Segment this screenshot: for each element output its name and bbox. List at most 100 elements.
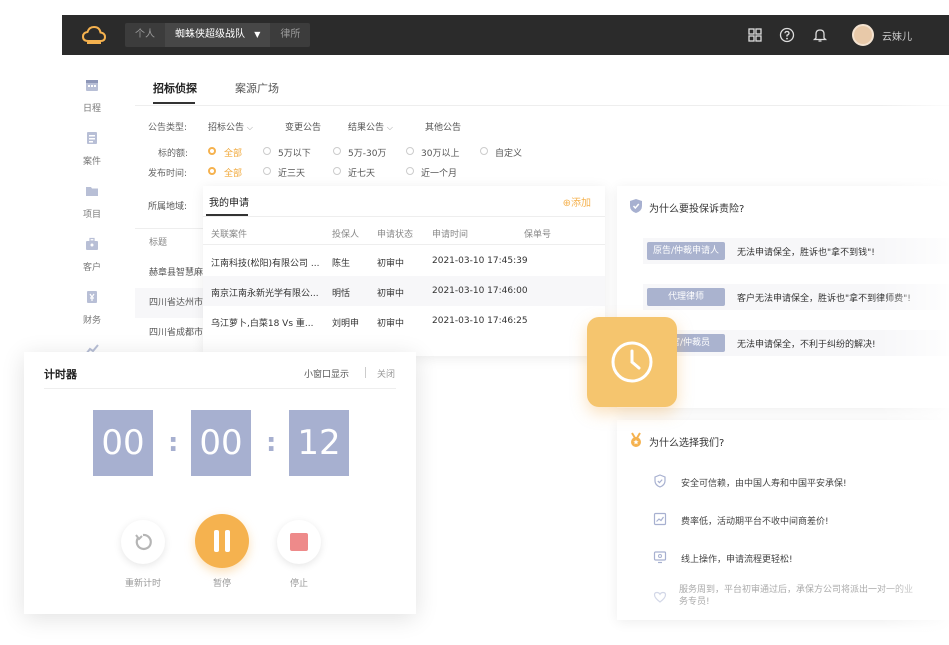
workspace-tab-firm[interactable]: 律所 (270, 23, 310, 47)
help-icon[interactable] (779, 27, 795, 43)
stop-button[interactable] (277, 520, 321, 564)
sidebar-item-projects[interactable]: 项目 (62, 183, 122, 220)
sidebar-item-label: 日程 (82, 104, 101, 114)
role-pill: 代理律师 (647, 288, 725, 306)
mini-window-button[interactable]: 小窗口显示 (304, 367, 349, 380)
pause-button[interactable] (195, 514, 249, 568)
timer-hours: 00 (93, 410, 153, 476)
avatar[interactable] (852, 24, 874, 46)
radio-amount-over30[interactable] (406, 147, 414, 155)
stop-icon (290, 533, 308, 551)
calendar-icon (86, 80, 98, 91)
cell-applicant: 明恬 (332, 289, 351, 299)
cell-status: 初审中 (377, 319, 405, 329)
filter-amount-over30[interactable]: 30万以上 (421, 146, 459, 159)
table-row[interactable]: 南京江南永新光学有限公... 明恬 初审中 2021-03-10 17:46:0… (203, 276, 605, 306)
filter-amount-under5[interactable]: 5万以下 (278, 146, 311, 159)
sidebar-item-label: 财务 (82, 316, 101, 326)
timer-title: 计时器 (44, 368, 77, 381)
app-screenshot: 个人 蜘蛛侠超级战队 ▼ 律所 云妹儿 日程 案件 项目 客户 财务 招标侦探 … (0, 0, 949, 645)
stop-label: 停止 (289, 579, 308, 589)
filter-type-result[interactable]: 结果公告 ⌵ (348, 120, 393, 133)
clock-badge (587, 317, 677, 407)
tab-bid-detective[interactable]: 招标侦探 (153, 80, 197, 96)
why-text: 无法申请保全，不利于纠纷的解决! (737, 340, 876, 350)
sidebar-item-finance[interactable]: 财务 (62, 289, 122, 326)
col-header-status: 申请状态 (377, 230, 414, 240)
filter-amount-custom[interactable]: 自定义 (495, 146, 522, 159)
sidebar-item-label: 案件 (82, 157, 101, 167)
filter-amount-all[interactable]: 全部 (224, 146, 242, 159)
radio-time-month[interactable] (406, 167, 414, 175)
divider (203, 216, 605, 217)
sidebar-item-schedule[interactable]: 日程 (62, 77, 122, 114)
timer-seconds: 12 (289, 410, 349, 476)
radio-amount-custom[interactable] (480, 147, 488, 155)
cell-applicant: 刘明申 (332, 319, 360, 329)
case-icon (87, 132, 97, 144)
radio-time-7days[interactable] (333, 167, 341, 175)
radio-amount-5to30[interactable] (333, 147, 341, 155)
radio-time-3days[interactable] (263, 167, 271, 175)
active-tab-indicator (206, 214, 248, 216)
col-header-policy: 保单号 (524, 230, 552, 240)
cell-time: 2021-03-10 17:46:00 (432, 286, 528, 296)
workspace-tab-team-label: 蜘蛛侠超级战队 (175, 29, 245, 40)
cell-time: 2021-03-10 17:45:39 (432, 256, 528, 266)
cell-applicant: 陈生 (332, 259, 351, 269)
filter-time-all[interactable]: 全部 (224, 166, 242, 179)
divider (203, 244, 605, 245)
reason-text: 线上操作，申请流程更轻松! (681, 555, 793, 565)
reset-button[interactable] (121, 520, 165, 564)
radio-amount-under5[interactable] (263, 147, 271, 155)
bell-icon[interactable] (812, 27, 828, 43)
cell-case: 南京江南永新光学有限公... (211, 289, 319, 299)
radio-time-all[interactable] (208, 167, 216, 175)
sidebar-item-clients[interactable]: 客户 (62, 236, 122, 273)
timer-panel: 计时器 小窗口显示 关闭 00 : 00 : 12 重新计时 暂停 停止 (24, 352, 416, 614)
cell-case: 乌江萝卜,白菜18 Vs 重... (211, 319, 314, 329)
medal-icon (631, 432, 641, 447)
monitor-icon (653, 551, 667, 564)
user-name[interactable]: 云妹儿 (882, 28, 912, 43)
tab-case-square[interactable]: 案源广场 (235, 80, 279, 96)
close-button[interactable]: 关闭 (377, 367, 395, 380)
filter-time-7days[interactable]: 近七天 (348, 166, 375, 179)
why-text: 无法申请保全，胜诉也"拿不到钱"! (737, 248, 875, 258)
grid-icon[interactable] (747, 27, 763, 43)
sidebar: 日程 案件 项目 客户 财务 (62, 55, 122, 355)
timer-minutes: 00 (191, 410, 251, 476)
pause-icon (214, 530, 219, 552)
trend-icon (653, 512, 667, 526)
workspace-tab-personal[interactable]: 个人 (125, 23, 165, 47)
filter-amount-5to30[interactable]: 5万-30万 (348, 146, 386, 159)
role-pill: 原告/仲裁申请人 (647, 242, 725, 260)
clock-icon (611, 341, 653, 383)
shield-icon (630, 199, 642, 213)
col-header-applicant: 投保人 (332, 230, 360, 240)
shield-check-icon (654, 474, 666, 488)
filter-type-change[interactable]: 变更公告 (285, 120, 321, 133)
filter-type-bid[interactable]: 招标公告 ⌵ (208, 120, 253, 133)
reason-text: 安全可信赖，由中国人寿和中国平安承保! (681, 479, 847, 489)
table-row[interactable]: 乌江萝卜,白菜18 Vs 重... 刘明申 初审中 2021-03-10 17:… (203, 306, 605, 336)
cloud-logo-icon[interactable] (82, 25, 106, 45)
workspace-tab-team[interactable]: 蜘蛛侠超级战队 ▼ (165, 23, 271, 47)
table-row[interactable]: 江南科技(松阳)有限公司 ... 陈生 初审中 2021-03-10 17:45… (203, 246, 605, 276)
chevron-down-icon: ⌵ (386, 123, 393, 132)
caret-down-icon: ▼ (254, 30, 261, 39)
cell-status: 初审中 (377, 289, 405, 299)
sidebar-item-cases[interactable]: 案件 (62, 130, 122, 167)
cell-case: 江南科技(松阳)有限公司 ... (211, 259, 320, 269)
filter-type-bid-label: 招标公告 (208, 123, 245, 133)
filter-time-3days[interactable]: 近三天 (278, 166, 305, 179)
filter-time-month[interactable]: 近一个月 (421, 166, 457, 179)
add-button[interactable]: ⊕添加 (563, 194, 591, 209)
filter-type-result-label: 结果公告 (348, 123, 385, 133)
filter-type-other[interactable]: 其他公告 (425, 120, 461, 133)
col-header-time: 申请时间 (432, 230, 469, 240)
finance-icon (87, 291, 97, 303)
radio-amount-all[interactable] (208, 147, 216, 155)
my-applications-title[interactable]: 我的申请 (209, 194, 249, 209)
chevron-down-icon: ⌵ (246, 123, 253, 132)
